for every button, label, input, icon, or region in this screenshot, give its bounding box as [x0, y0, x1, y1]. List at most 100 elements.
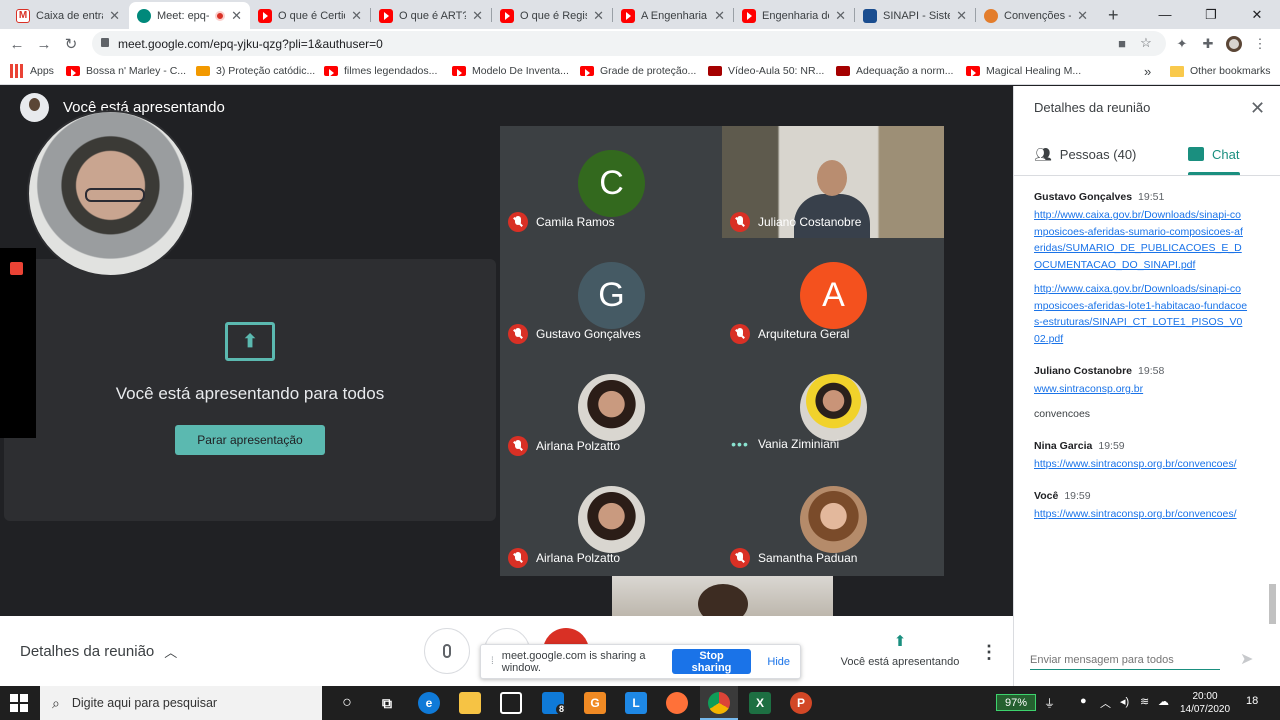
participant-tile[interactable]: A Arquitetura Geral: [722, 238, 944, 350]
tab-youtube-engenharia-do[interactable]: Engenharia do ✕: [734, 2, 854, 29]
speaker-icon[interactable]: ◂): [1120, 695, 1129, 708]
close-icon[interactable]: ✕: [956, 8, 967, 24]
puzzle-icon[interactable]: ✚: [1200, 36, 1216, 52]
excel-icon[interactable]: X: [749, 692, 771, 714]
presenting-button-label: Você está apresentando: [840, 656, 960, 668]
stop-sharing-button[interactable]: Stop sharing: [671, 649, 752, 674]
tab-chat[interactable]: Chat: [1188, 144, 1239, 164]
message-link[interactable]: http://www.caixa.gov.br/Downloads/sinapi…: [1034, 281, 1248, 347]
tab-convencoes[interactable]: Convenções - S ✕: [976, 2, 1096, 29]
close-icon[interactable]: ✕: [231, 8, 242, 24]
edge-icon[interactable]: e: [418, 692, 440, 714]
participant-tile[interactable]: Juliano Costanobre: [722, 126, 944, 238]
participant-tile[interactable]: ••• Vania Ziminiani: [722, 350, 944, 462]
system-clock[interactable]: 20:00 14/07/2020: [1176, 690, 1234, 716]
self-video-glasses: [85, 188, 145, 202]
reload-button[interactable]: ↻: [60, 33, 82, 55]
tab-youtube-registro[interactable]: O que é Regist ✕: [492, 2, 612, 29]
participant-tile[interactable]: G Gustavo Gonçalves: [500, 238, 722, 350]
meeting-details-button[interactable]: Detalhes da reunião ︿: [20, 642, 177, 661]
star-icon[interactable]: ☆: [1138, 35, 1154, 51]
bookmark-item[interactable]: Vídeo-Aula 50: NR...: [708, 63, 824, 79]
close-icon[interactable]: ✕: [109, 8, 120, 24]
bookmark-item[interactable]: Magical Healing M...: [966, 63, 1081, 79]
message-link[interactable]: www.sintraconsp.org.br: [1034, 381, 1248, 398]
close-icon[interactable]: ✕: [835, 8, 846, 24]
presenting-button[interactable]: ⬆ Você está apresentando: [835, 632, 965, 668]
more-options-icon[interactable]: ⋮: [980, 642, 998, 663]
minimize-button[interactable]: —: [1142, 0, 1188, 29]
cortana-icon[interactable]: ○: [336, 692, 358, 714]
back-button[interactable]: ←: [6, 33, 28, 55]
message-link[interactable]: https://www.sintraconsp.org.br/convencoe…: [1034, 506, 1248, 523]
message-header: Você 19:59: [1034, 490, 1248, 502]
close-icon[interactable]: ✕: [1077, 8, 1088, 24]
close-icon[interactable]: ✕: [593, 8, 604, 24]
cloud-icon[interactable]: ☁: [1158, 695, 1169, 708]
bookmark-item[interactable]: Modelo De Inventa...: [452, 63, 569, 79]
file-explorer-icon[interactable]: [459, 692, 481, 714]
chat-message-list[interactable]: Gustavo Gonçalves 19:51 http://www.caixa.…: [1034, 191, 1248, 621]
tab-gmail[interactable]: M Caixa de entrad ✕: [8, 2, 128, 29]
mail-icon[interactable]: 8: [542, 692, 567, 715]
stop-recording-icon[interactable]: [10, 262, 23, 275]
bookmark-apps[interactable]: Apps: [10, 63, 54, 79]
kebab-menu-icon[interactable]: ⋮: [1252, 36, 1268, 52]
self-video-bubble[interactable]: [27, 110, 194, 277]
close-icon[interactable]: ✕: [472, 8, 483, 24]
close-icon[interactable]: ✕: [351, 8, 362, 24]
camera-icon[interactable]: ■: [1114, 35, 1130, 51]
app-icon[interactable]: L: [625, 692, 647, 714]
drag-handle-icon[interactable]: ⁞: [491, 656, 494, 667]
app-icon[interactable]: G: [584, 692, 606, 714]
forward-button[interactable]: →: [33, 33, 55, 55]
participant-tile[interactable]: Airlana Polzatto: [500, 462, 722, 574]
bookmark-item[interactable]: Adequação a norm...: [836, 63, 953, 79]
tab-meet[interactable]: Meet: epq- ✕: [129, 2, 250, 29]
firefox-icon[interactable]: [666, 692, 688, 714]
maximize-button[interactable]: ❐: [1188, 0, 1234, 29]
other-bookmarks[interactable]: Other bookmarks: [1170, 63, 1271, 79]
bookmark-item[interactable]: filmes legendados...: [324, 63, 437, 79]
bookmark-item[interactable]: Grade de proteção...: [580, 63, 696, 79]
bookmark-item[interactable]: 3) Proteção catódic...: [196, 63, 315, 79]
close-window-button[interactable]: ✕: [1234, 0, 1280, 29]
hide-notice-button[interactable]: Hide: [767, 656, 790, 668]
chat-scrollbar[interactable]: [1269, 584, 1276, 624]
participant-tile[interactable]: Samantha Paduan: [722, 462, 944, 574]
task-view-icon[interactable]: ⧉: [376, 692, 398, 714]
microphone-button[interactable]: [424, 628, 470, 674]
close-icon[interactable]: ✕: [1250, 98, 1265, 119]
address-bar[interactable]: meet.google.com/epq-yjku-qzg?pli=1&authu…: [92, 31, 1166, 56]
participant-tile[interactable]: Airlana Polzatto: [500, 350, 722, 462]
taskbar-search-box[interactable]: ⌕ Digite aqui para pesquisar: [40, 686, 322, 720]
tab-sinapi[interactable]: SINAPI - Sistem ✕: [855, 2, 975, 29]
stop-presenting-button[interactable]: Parar apresentação: [175, 425, 325, 455]
participant-tile[interactable]: C Camila Ramos: [500, 126, 722, 238]
battery-indicator[interactable]: 97%: [996, 694, 1036, 711]
chevron-up-icon[interactable]: ︿: [1100, 695, 1111, 711]
send-icon[interactable]: ➤: [1240, 649, 1253, 669]
powerpoint-icon[interactable]: P: [790, 692, 812, 714]
microphone-icon[interactable]: ●: [1080, 695, 1087, 707]
windows-start-icon[interactable]: [10, 694, 28, 712]
participant-name: Juliano Costanobre: [758, 215, 862, 229]
message-link[interactable]: http://www.caixa.gov.br/Downloads/sinapi…: [1034, 207, 1248, 273]
bookmark-item[interactable]: Bossa n' Marley - C...: [66, 63, 186, 79]
power-plug-icon[interactable]: ⏚: [1044, 695, 1055, 711]
bookmarks-overflow-button[interactable]: »: [1144, 63, 1151, 79]
new-tab-button[interactable]: +: [1100, 2, 1126, 29]
tab-people[interactable]: 👥︎ Pessoas (40): [1034, 144, 1136, 164]
close-icon[interactable]: ✕: [714, 8, 725, 24]
notifications-icon[interactable]: 18: [1246, 695, 1258, 707]
profile-avatar[interactable]: [1226, 36, 1242, 52]
tab-youtube-certidao[interactable]: O que é Certid ✕: [250, 2, 370, 29]
extension-pin-icon[interactable]: ✦: [1174, 36, 1190, 52]
message-link[interactable]: https://www.sintraconsp.org.br/convencoe…: [1034, 456, 1248, 473]
tab-youtube-art[interactable]: O que é ART? - ✕: [371, 2, 491, 29]
chat-message-input[interactable]: [1030, 650, 1220, 670]
chrome-icon[interactable]: [708, 692, 730, 714]
tab-youtube-engenharia-n[interactable]: A Engenharia n ✕: [613, 2, 733, 29]
store-icon[interactable]: [500, 692, 522, 714]
wifi-icon[interactable]: ≋: [1140, 695, 1149, 708]
